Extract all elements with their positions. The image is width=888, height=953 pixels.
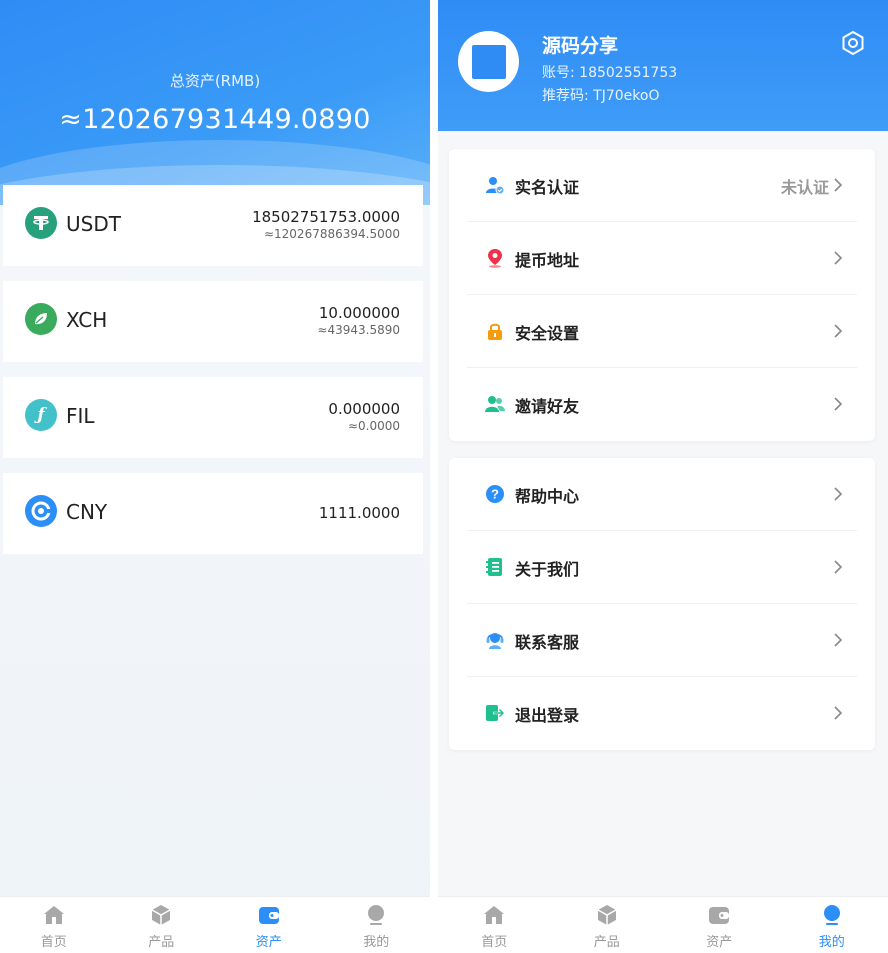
asset-amount: 18502751753.0000 xyxy=(252,208,400,226)
menu-item-about[interactable]: 关于我们 xyxy=(467,531,857,604)
invite-friends-icon xyxy=(485,396,505,412)
chevron-right-icon xyxy=(834,178,843,192)
tab-home[interactable]: 首页 xyxy=(0,897,108,953)
lock-icon xyxy=(488,323,502,340)
account-value: 18502551753 xyxy=(579,65,678,81)
menu-label: 关于我们 xyxy=(515,560,580,579)
profile-screen: 源码分享 账号: 18502551753 推荐码: TJ70ekoO 实名认证 … xyxy=(438,0,888,953)
asset-card-fil[interactable]: ƒ FIL 0.000000 ≈0.0000 xyxy=(3,377,423,458)
avatar-image xyxy=(471,44,506,79)
chia-leaf-icon xyxy=(25,303,57,335)
chevron-right-icon xyxy=(834,706,843,720)
filecoin-icon: ƒ xyxy=(25,399,57,431)
asset-amount: 0.000000 xyxy=(328,400,400,418)
asset-symbol: CNY xyxy=(66,500,108,524)
chevron-right-icon xyxy=(834,251,843,265)
screen-divider xyxy=(430,0,438,953)
tab-mine[interactable]: 我的 xyxy=(323,897,431,953)
tab-products[interactable]: 产品 xyxy=(551,897,664,953)
tab-assets[interactable]: 资产 xyxy=(663,897,776,953)
wallet-icon xyxy=(709,907,730,924)
cube-icon xyxy=(597,905,617,925)
chevron-right-icon xyxy=(834,324,843,338)
bottom-tab-bar: 首页 产品 资产 我的 xyxy=(438,896,888,953)
cube-icon xyxy=(151,905,171,925)
assets-screen: 总资产(RMB) ≈120267931449.0890 USDT 1850275… xyxy=(0,0,430,953)
home-icon xyxy=(484,906,505,924)
chevron-right-icon xyxy=(834,560,843,574)
total-assets-value: ≈120267931449.0890 xyxy=(59,104,371,135)
bottom-tab-bar: 首页 产品 资产 我的 xyxy=(0,896,430,953)
menu-item-invite[interactable]: 邀请好友 xyxy=(467,368,857,441)
tab-label: 首页 xyxy=(481,935,508,950)
asset-symbol: FIL xyxy=(66,404,95,428)
tab-label: 资产 xyxy=(706,935,733,950)
profile-header: 源码分享 账号: 18502551753 推荐码: TJ70ekoO xyxy=(438,0,888,131)
tether-icon xyxy=(25,207,57,239)
about-icon xyxy=(486,558,502,576)
menu-label: 帮助中心 xyxy=(515,487,580,506)
asset-approx-value: ≈120267886394.5000 xyxy=(263,227,400,241)
asset-card-xch[interactable]: XCH 10.000000 ≈43943.5890 xyxy=(3,281,423,362)
avatar[interactable] xyxy=(458,31,519,92)
referral-label: 推荐码: xyxy=(542,88,589,104)
settings-hexagon-icon[interactable] xyxy=(840,30,866,56)
asset-approx-value: ≈0.0000 xyxy=(347,419,400,433)
asset-amount: 10.000000 xyxy=(318,304,400,322)
menu-label: 提币地址 xyxy=(515,251,580,270)
menu-card-account: 实名认证 未认证 提币地址 安全设置 邀请好友 xyxy=(449,149,875,441)
menu-label: 实名认证 xyxy=(515,178,580,197)
home-icon xyxy=(43,906,64,924)
menu-item-help[interactable]: ? 帮助中心 xyxy=(467,458,857,531)
menu-label: 退出登录 xyxy=(515,706,580,725)
tab-products[interactable]: 产品 xyxy=(108,897,216,953)
asset-card-cny[interactable]: CNY 1111.0000 xyxy=(3,473,423,554)
asset-approx-value: ≈43943.5890 xyxy=(317,323,400,337)
tab-label: 首页 xyxy=(40,935,67,950)
account-label: 账号: xyxy=(542,65,575,81)
referral-line: 推荐码: TJ70ekoO xyxy=(542,85,659,105)
tab-label: 我的 xyxy=(363,935,390,950)
menu-item-logout[interactable]: 退出登录 xyxy=(467,677,857,750)
verify-status: 未认证 xyxy=(780,178,829,197)
asset-symbol: XCH xyxy=(66,308,108,332)
menu-item-real-name[interactable]: 实名认证 未认证 xyxy=(467,149,857,222)
tab-label: 我的 xyxy=(818,935,845,950)
assets-header: 总资产(RMB) ≈120267931449.0890 xyxy=(0,0,430,205)
user-verify-icon xyxy=(486,177,505,195)
menu-card-support: ? 帮助中心 关于我们 联系客服 退出登录 xyxy=(449,458,875,750)
cny-coin-icon xyxy=(25,495,57,527)
chevron-right-icon xyxy=(834,397,843,411)
wallet-icon xyxy=(258,907,279,924)
chevron-right-icon xyxy=(834,633,843,647)
tab-assets[interactable]: 资产 xyxy=(215,897,323,953)
menu-item-security[interactable]: 安全设置 xyxy=(467,295,857,368)
location-pin-icon xyxy=(488,249,502,268)
account-line: 账号: 18502551753 xyxy=(542,62,677,82)
user-name: 源码分享 xyxy=(542,35,619,57)
tab-label: 产品 xyxy=(148,935,175,950)
referral-value: TJ70ekoO xyxy=(593,88,660,104)
tab-home[interactable]: 首页 xyxy=(438,897,551,953)
menu-item-withdraw-address[interactable]: 提币地址 xyxy=(467,222,857,295)
logout-icon xyxy=(486,705,505,721)
menu-label: 邀请好友 xyxy=(515,397,580,416)
asset-amount: 1111.0000 xyxy=(318,504,400,522)
asset-symbol: USDT xyxy=(66,212,121,236)
tab-mine[interactable]: 我的 xyxy=(776,897,888,953)
customer-service-icon xyxy=(486,633,504,649)
svg-text:?: ? xyxy=(491,487,499,502)
menu-label: 联系客服 xyxy=(515,633,580,652)
tab-label: 资产 xyxy=(255,935,282,950)
chevron-right-icon xyxy=(834,487,843,501)
menu-label: 安全设置 xyxy=(515,324,580,343)
user-icon xyxy=(368,905,385,925)
total-assets-label: 总资产(RMB) xyxy=(169,72,261,90)
user-icon xyxy=(823,905,840,925)
asset-card-usdt[interactable]: USDT 18502751753.0000 ≈120267886394.5000 xyxy=(3,185,423,266)
tab-label: 产品 xyxy=(593,935,620,950)
help-icon: ? xyxy=(486,485,504,503)
menu-item-customer-service[interactable]: 联系客服 xyxy=(467,604,857,677)
